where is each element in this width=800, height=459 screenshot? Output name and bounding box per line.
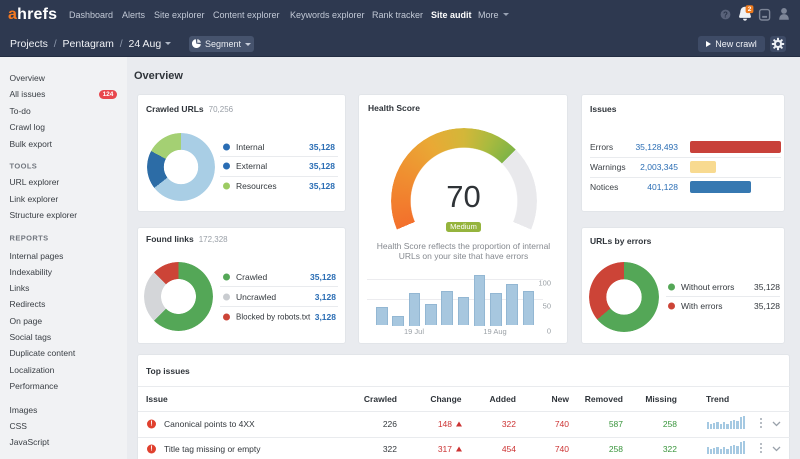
svg-text:2: 2 xyxy=(748,6,752,13)
svg-text:?: ? xyxy=(723,10,728,19)
